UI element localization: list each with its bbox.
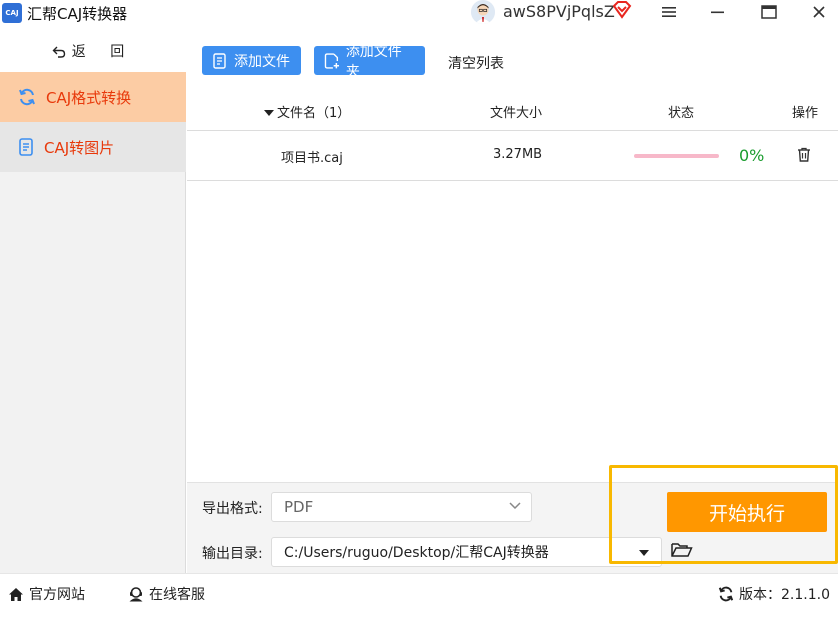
official-site-label: 官方网站 <box>29 587 85 603</box>
main-panel: 添加文件 添加文件夹 清空列表 文件名（1） 文件大小 状态 操作 项目书.ca… <box>187 30 838 573</box>
app-logo-icon: CAJ <box>2 3 22 23</box>
update-refresh-icon <box>718 586 734 602</box>
column-header-action: 操作 <box>792 106 819 121</box>
refresh-icon <box>19 88 35 106</box>
document-icon <box>19 138 33 156</box>
file-name-cell: 项目书.caj <box>281 151 343 166</box>
start-button[interactable]: 开始执行 <box>667 492 827 532</box>
menu-icon[interactable] <box>654 0 684 24</box>
delete-button[interactable] <box>797 147 811 166</box>
progress-bar <box>634 154 719 158</box>
output-format-label: 导出格式: <box>202 501 263 517</box>
title-bar: CAJ 汇帮CAJ转换器 awS8PVjPqlsZ <box>0 0 838 28</box>
sidebar-item-label: CAJ格式转换 <box>46 88 132 107</box>
output-dir-label: 输出目录: <box>202 546 263 562</box>
add-folder-button[interactable]: 添加文件夹 <box>314 44 425 80</box>
version-label: 版本：2.1.1.0 <box>739 587 830 603</box>
vip-diamond-icon[interactable] <box>612 1 632 19</box>
back-button-label: 返 回 <box>71 44 135 60</box>
output-format-value: PDF <box>284 498 314 516</box>
sidebar-item-caj-to-image[interactable]: CAJ转图片 <box>0 122 186 172</box>
app-title: 汇帮CAJ转换器 <box>27 5 128 23</box>
official-site-link[interactable]: 官方网站 <box>8 584 85 604</box>
back-arrow-icon <box>52 46 65 58</box>
column-header-name[interactable]: 文件名（1） <box>264 102 350 121</box>
close-icon[interactable] <box>804 0 834 24</box>
version-info: 版本：2.1.1.0 <box>718 584 830 604</box>
clear-list-button[interactable]: 清空列表 <box>448 53 504 73</box>
status-bar: 官方网站 在线客服 版本：2.1.1.0 <box>0 573 838 617</box>
username[interactable]: awS8PVjPqlsZ <box>503 2 615 21</box>
file-size-cell: 3.27MB <box>493 147 543 162</box>
add-file-label: 添加文件 <box>234 53 290 70</box>
output-format-select[interactable]: PDF <box>271 492 532 522</box>
output-dir-value: C:/Users/ruguo/Desktop/汇帮CAJ转换器 <box>284 545 549 561</box>
sidebar: 返 回 CAJ格式转换 CAJ转图片 <box>0 30 186 573</box>
sort-down-icon <box>264 110 274 116</box>
trash-icon <box>798 147 810 162</box>
sidebar-item-label: CAJ转图片 <box>44 138 115 157</box>
add-folder-icon <box>324 52 340 69</box>
column-header-status: 状态 <box>668 106 695 121</box>
back-button[interactable]: 返 回 <box>0 30 186 72</box>
maximize-icon[interactable] <box>754 0 784 24</box>
sidebar-item-caj-format-convert[interactable]: CAJ格式转换 <box>0 72 186 122</box>
column-header-size: 文件大小 <box>490 106 543 121</box>
home-icon <box>9 587 23 601</box>
chevron-down-icon <box>509 502 521 510</box>
output-dir-select[interactable]: C:/Users/ruguo/Desktop/汇帮CAJ转换器 <box>271 537 662 567</box>
divider <box>187 180 838 181</box>
online-service-label: 在线客服 <box>149 587 205 603</box>
minimize-icon[interactable] <box>703 0 733 24</box>
headset-icon <box>129 587 143 602</box>
progress-percent: 0% <box>739 146 765 165</box>
online-service-link[interactable]: 在线客服 <box>128 584 205 604</box>
avatar[interactable] <box>471 0 495 24</box>
add-folder-label: 添加文件夹 <box>345 43 402 80</box>
divider <box>187 130 838 131</box>
add-file-icon <box>213 52 226 69</box>
column-header-name-label: 文件名（1） <box>277 106 351 121</box>
add-file-button[interactable]: 添加文件 <box>202 46 301 75</box>
